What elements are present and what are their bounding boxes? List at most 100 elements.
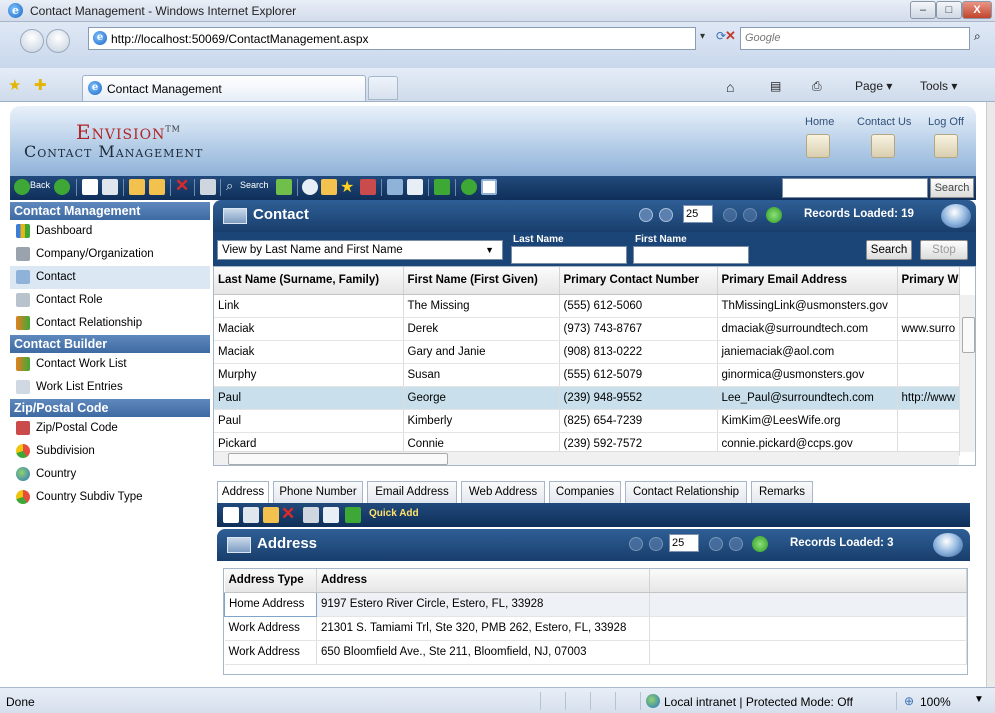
table-row[interactable]: Paul Kimberly (825) 654-7239 KimKim@LeesWif… [214,409,960,433]
last-page-button[interactable] [729,537,743,551]
sidebar-item-dashboard[interactable]: Dashboard [10,220,210,243]
maximize-button[interactable]: □ [936,1,962,19]
search-button[interactable]: Search [866,240,912,260]
back-nav-button[interactable] [20,29,44,53]
col-address[interactable]: Address [316,569,650,593]
refresh-icon[interactable] [766,207,782,223]
back-label[interactable]: Back [30,180,50,190]
first-page-button[interactable] [629,537,643,551]
table-row[interactable]: Murphy Susan (555) 612-5079 ginormica@usmon… [214,363,960,387]
sidebar-item-contact-role[interactable]: Contact Role [10,289,210,312]
open-folder-icon[interactable] [129,179,145,195]
favorites-star-icon[interactable]: ★ [8,76,21,94]
search-label[interactable]: Search [240,180,269,190]
next-page-button[interactable] [709,537,723,551]
new-icon[interactable] [82,179,98,195]
col-web[interactable]: Primary W [897,267,960,295]
table-row[interactable]: Link The Missing (555) 612-5060 ThMissingLi… [214,294,960,318]
export-icon[interactable] [321,179,337,195]
sidebar-item-country-subdiv-type[interactable]: Country Subdiv Type [10,486,210,509]
grid-vertical-scrollbar[interactable] [959,295,975,452]
forward-icon[interactable] [54,179,70,195]
url-dropdown-icon[interactable]: ▾ [700,31,705,42]
prev-page-button[interactable] [649,537,663,551]
page-size-input[interactable]: 25 [683,205,713,223]
zoom-dropdown-icon[interactable]: ▼ [974,694,984,705]
page-vertical-scrollbar[interactable] [986,102,995,687]
table-row[interactable]: Work Address 21301 S. Tamiami Trl, Ste 32… [224,616,967,641]
col-email[interactable]: Primary Email Address [717,267,898,295]
sidebar-item-country[interactable]: Country [10,463,210,486]
home-link[interactable]: Home [805,116,834,128]
last-name-input[interactable] [511,246,627,264]
table-row-selected[interactable]: Paul George (239) 948-9552 Lee_Paul@surroun… [214,386,960,410]
scroll-thumb[interactable] [228,453,448,465]
col-first-name[interactable]: First Name (First Given) [403,267,560,295]
page-size-input[interactable]: 25 [669,534,699,552]
table-row[interactable]: Work Address 650 Bloomfield Ave., Ste 211… [224,640,967,665]
table-row[interactable]: Maciak Gary and Janie (908) 813-0222 janiem… [214,340,960,364]
sidebar-item-zip-postal-code[interactable]: Zip/Postal Code [10,417,210,440]
settings-icon[interactable] [302,179,318,195]
tab-companies[interactable]: Companies [549,481,621,503]
sidebar-item-contact[interactable]: Contact [10,266,210,289]
sidebar-item-subdivision[interactable]: Subdivision [10,440,210,463]
next-page-button[interactable] [723,208,737,222]
list-icon[interactable] [323,507,339,523]
new-icon[interactable] [223,507,239,523]
table-row-selected[interactable]: Home Address 9197 Estero River Circle, Es… [224,591,967,617]
folder-icon[interactable] [149,179,165,195]
tab-contact-relationship[interactable]: Contact Relationship [625,481,747,503]
report-icon[interactable] [360,179,376,195]
favorite-icon[interactable]: ★ [340,177,354,197]
view-select[interactable]: View by Last Name and First Name ▼ [217,240,503,260]
zoom-level[interactable]: 100% [920,695,951,709]
tab-email-address[interactable]: Email Address [367,481,457,503]
stop-button[interactable]: Stop [920,240,968,260]
home-icon[interactable]: ⌂ [726,79,734,95]
prev-page-button[interactable] [659,208,673,222]
new-tab-button[interactable] [368,76,398,100]
forward-nav-button[interactable] [46,29,70,53]
clear-icon[interactable] [276,179,292,195]
page-menu[interactable]: Page ▾ [855,79,892,93]
copy-icon[interactable] [243,507,259,523]
first-name-input[interactable] [633,246,749,264]
tab-remarks[interactable]: Remarks [751,481,813,503]
edit-icon[interactable] [303,507,319,523]
contact-us-link[interactable]: Contact Us [857,116,911,128]
quick-search-input[interactable] [782,178,928,198]
logoff-note-icon[interactable] [934,134,958,158]
back-icon[interactable] [14,179,30,195]
tab-address[interactable]: Address [217,481,269,504]
sidebar-item-work-list-entries[interactable]: Work List Entries [10,376,210,399]
refresh-icon[interactable] [461,179,477,195]
copy-icon[interactable] [102,179,118,195]
sidebar-item-contact-relationship[interactable]: Contact Relationship [10,312,210,335]
scroll-thumb[interactable] [962,317,975,353]
stop-icon[interactable]: ✕ [725,28,736,44]
excel-icon[interactable] [345,507,361,523]
zoom-icon[interactable]: ⊕ [904,694,914,708]
tab-web-address[interactable]: Web Address [461,481,545,503]
tab-phone-number[interactable]: Phone Number [273,481,363,503]
col-last-name[interactable]: Last Name (Surname, Family) [214,267,404,295]
quick-search-button[interactable]: Search [930,178,974,198]
refresh-icon[interactable] [752,536,768,552]
url-input[interactable]: e http://localhost:50069/ContactManageme… [88,27,696,50]
browser-tab[interactable]: e Contact Management [82,75,366,101]
col-contact-number[interactable]: Primary Contact Number [559,267,718,295]
first-page-button[interactable] [639,208,653,222]
home-note-icon[interactable] [806,134,830,158]
close-button[interactable]: X [962,1,992,19]
search-icon[interactable]: ⌕ [226,178,233,194]
quick-add-link[interactable]: Quick Add [369,508,419,519]
contact-note-icon[interactable] [871,134,895,158]
delete-icon[interactable]: ✕ [281,504,295,524]
delete-icon[interactable]: ✕ [175,176,189,196]
columns-icon[interactable] [387,179,403,195]
print-icon[interactable]: ⎙ [812,79,822,94]
feeds-icon[interactable]: ▤ [770,79,781,93]
add-favorite-icon[interactable]: ✚ [34,76,47,94]
last-page-button[interactable] [743,208,757,222]
